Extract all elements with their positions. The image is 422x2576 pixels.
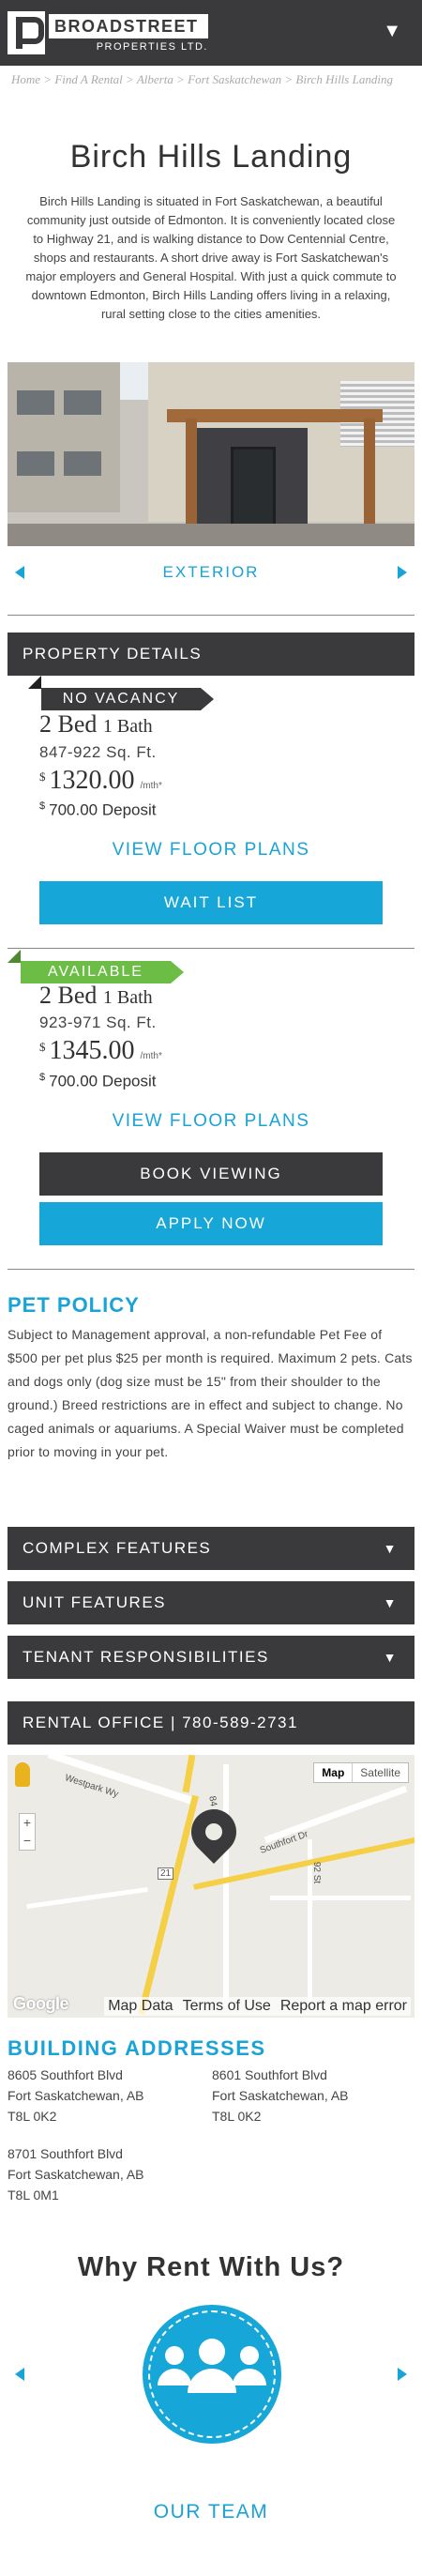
chevron-down-icon: ▼	[383, 1595, 398, 1610]
address-item: 8701 Southfort Blvd Fort Saskatchewan, A…	[8, 2146, 144, 2203]
apply-now-button[interactable]: APPLY NOW	[39, 1202, 383, 1245]
unit-sqft: 923-971 Sq. Ft.	[39, 1014, 157, 1031]
brand-subtitle: PROPERTIES LTD.	[96, 40, 208, 53]
pet-policy-title: PET POLICY	[8, 1293, 140, 1317]
why-rent-title: Why Rent With Us?	[77, 2252, 345, 2282]
property-details-title: PROPERTY DETAILS	[23, 645, 203, 663]
unit-deposit: $700.00 Deposit	[39, 800, 157, 819]
ribbon-fold	[28, 676, 41, 689]
view-floor-plans-link[interactable]: VIEW FLOOR PLANS	[8, 1111, 414, 1132]
report-map-error-link[interactable]: Report a map error	[280, 1998, 407, 2015]
breadcrumb-fort-saskatchewan[interactable]: Fort Saskatchewan	[188, 72, 281, 86]
map-type-map[interactable]: Map	[314, 1763, 354, 1782]
accordion-unit-features[interactable]: UNIT FEATURES ▼	[8, 1581, 414, 1624]
map-label: 92 St	[311, 1861, 323, 1884]
pet-policy-text: Subject to Management approval, a non-re…	[8, 1327, 413, 1459]
ribbon-fold	[8, 950, 21, 963]
address-item: 8601 Southfort Blvd Fort Saskatchewan, A…	[212, 2067, 349, 2124]
building-addresses-title: BUILDING ADDRESSES	[8, 2036, 266, 2060]
wait-list-button[interactable]: WAIT LIST	[39, 881, 383, 924]
why-prev-arrow-icon[interactable]	[15, 2368, 24, 2381]
breadcrumb: Home > Find A Rental > Alberta > Fort Sa…	[11, 72, 393, 86]
gallery-nav: EXTERIOR	[8, 560, 414, 585]
breadcrumb-current: Birch Hills Landing	[295, 72, 393, 86]
accordion-tenant-responsibilities[interactable]: TENANT RESPONSIBILITIES ▼	[8, 1636, 414, 1679]
unit-baths: 1 Bath	[102, 716, 153, 737]
divider	[8, 615, 414, 616]
gallery-next-arrow-icon[interactable]	[398, 566, 407, 579]
property-intro: Birch Hills Landing is situated in Fort …	[25, 194, 397, 321]
map-type-satellite[interactable]: Satellite	[353, 1763, 408, 1782]
unit-beds: 2 Bed 1 Bath	[39, 982, 153, 1009]
unit-deposit: $700.00 Deposit	[39, 1072, 157, 1090]
book-viewing-button[interactable]: BOOK VIEWING	[39, 1152, 383, 1196]
divider	[8, 1269, 414, 1270]
chevron-down-icon: ▼	[383, 1541, 398, 1556]
site-header: BROADSTREET PROPERTIES LTD. ▼	[0, 0, 422, 66]
terms-of-use-link[interactable]: Terms of Use	[183, 1998, 271, 2015]
our-team-link[interactable]: OUR TEAM	[0, 2501, 422, 2523]
people-group-icon[interactable]	[143, 2305, 281, 2444]
exterior-photo	[8, 362, 414, 546]
property-details-heading: PROPERTY DETAILS	[8, 633, 414, 676]
map-zoom-controls[interactable]: + −	[19, 1813, 36, 1851]
brand-logo[interactable]: BROADSTREET PROPERTIES LTD.	[8, 11, 208, 54]
map-data-link[interactable]: Map Data	[108, 1998, 173, 2015]
breadcrumb-alberta[interactable]: Alberta	[137, 72, 173, 86]
why-next-arrow-icon[interactable]	[398, 2368, 407, 2381]
page-title: Birch Hills Landing	[69, 139, 353, 175]
google-logo: Google	[13, 1994, 69, 2013]
rental-office-bar[interactable]: RENTAL OFFICE | 780-589-2731	[8, 1701, 414, 1745]
status-badge: NO VACANCY	[41, 688, 214, 710]
status-badge: AVAILABLE	[21, 961, 184, 983]
divider	[8, 948, 414, 949]
address-item: 8605 Southfort Blvd Fort Saskatchewan, A…	[8, 2067, 144, 2124]
breadcrumb-find-a-rental[interactable]: Find A Rental	[54, 72, 122, 86]
street-view-pegman-icon[interactable]	[15, 1762, 30, 1787]
unit-price: $1320.00/mth*	[39, 766, 162, 795]
unit-sqft: 847-922 Sq. Ft.	[39, 743, 157, 761]
menu-chevron-down-icon[interactable]: ▼	[383, 21, 401, 42]
view-floor-plans-link[interactable]: VIEW FLOOR PLANS	[8, 840, 414, 861]
unit-price: $1345.00/mth*	[39, 1036, 162, 1065]
brand-name: BROADSTREET	[49, 13, 208, 38]
accordion-complex-features[interactable]: COMPLEX FEATURES ▼	[8, 1527, 414, 1570]
chevron-down-icon: ▼	[383, 1650, 398, 1665]
unit-baths: 1 Bath	[102, 987, 153, 1008]
breadcrumb-home[interactable]: Home	[11, 72, 40, 86]
map-attribution: Map Data Terms of Use Report a map error	[104, 1997, 411, 2016]
logo-mark-icon	[8, 11, 45, 54]
gallery-caption: EXTERIOR	[162, 563, 260, 581]
unit-beds: 2 Bed 1 Bath	[39, 710, 153, 738]
highway-shield: 21	[158, 1867, 174, 1880]
location-map[interactable]: Westpark Wy Southfort Dr 84 St 92 St 21 …	[8, 1755, 414, 2018]
map-type-toggle[interactable]: Map Satellite	[313, 1762, 409, 1783]
